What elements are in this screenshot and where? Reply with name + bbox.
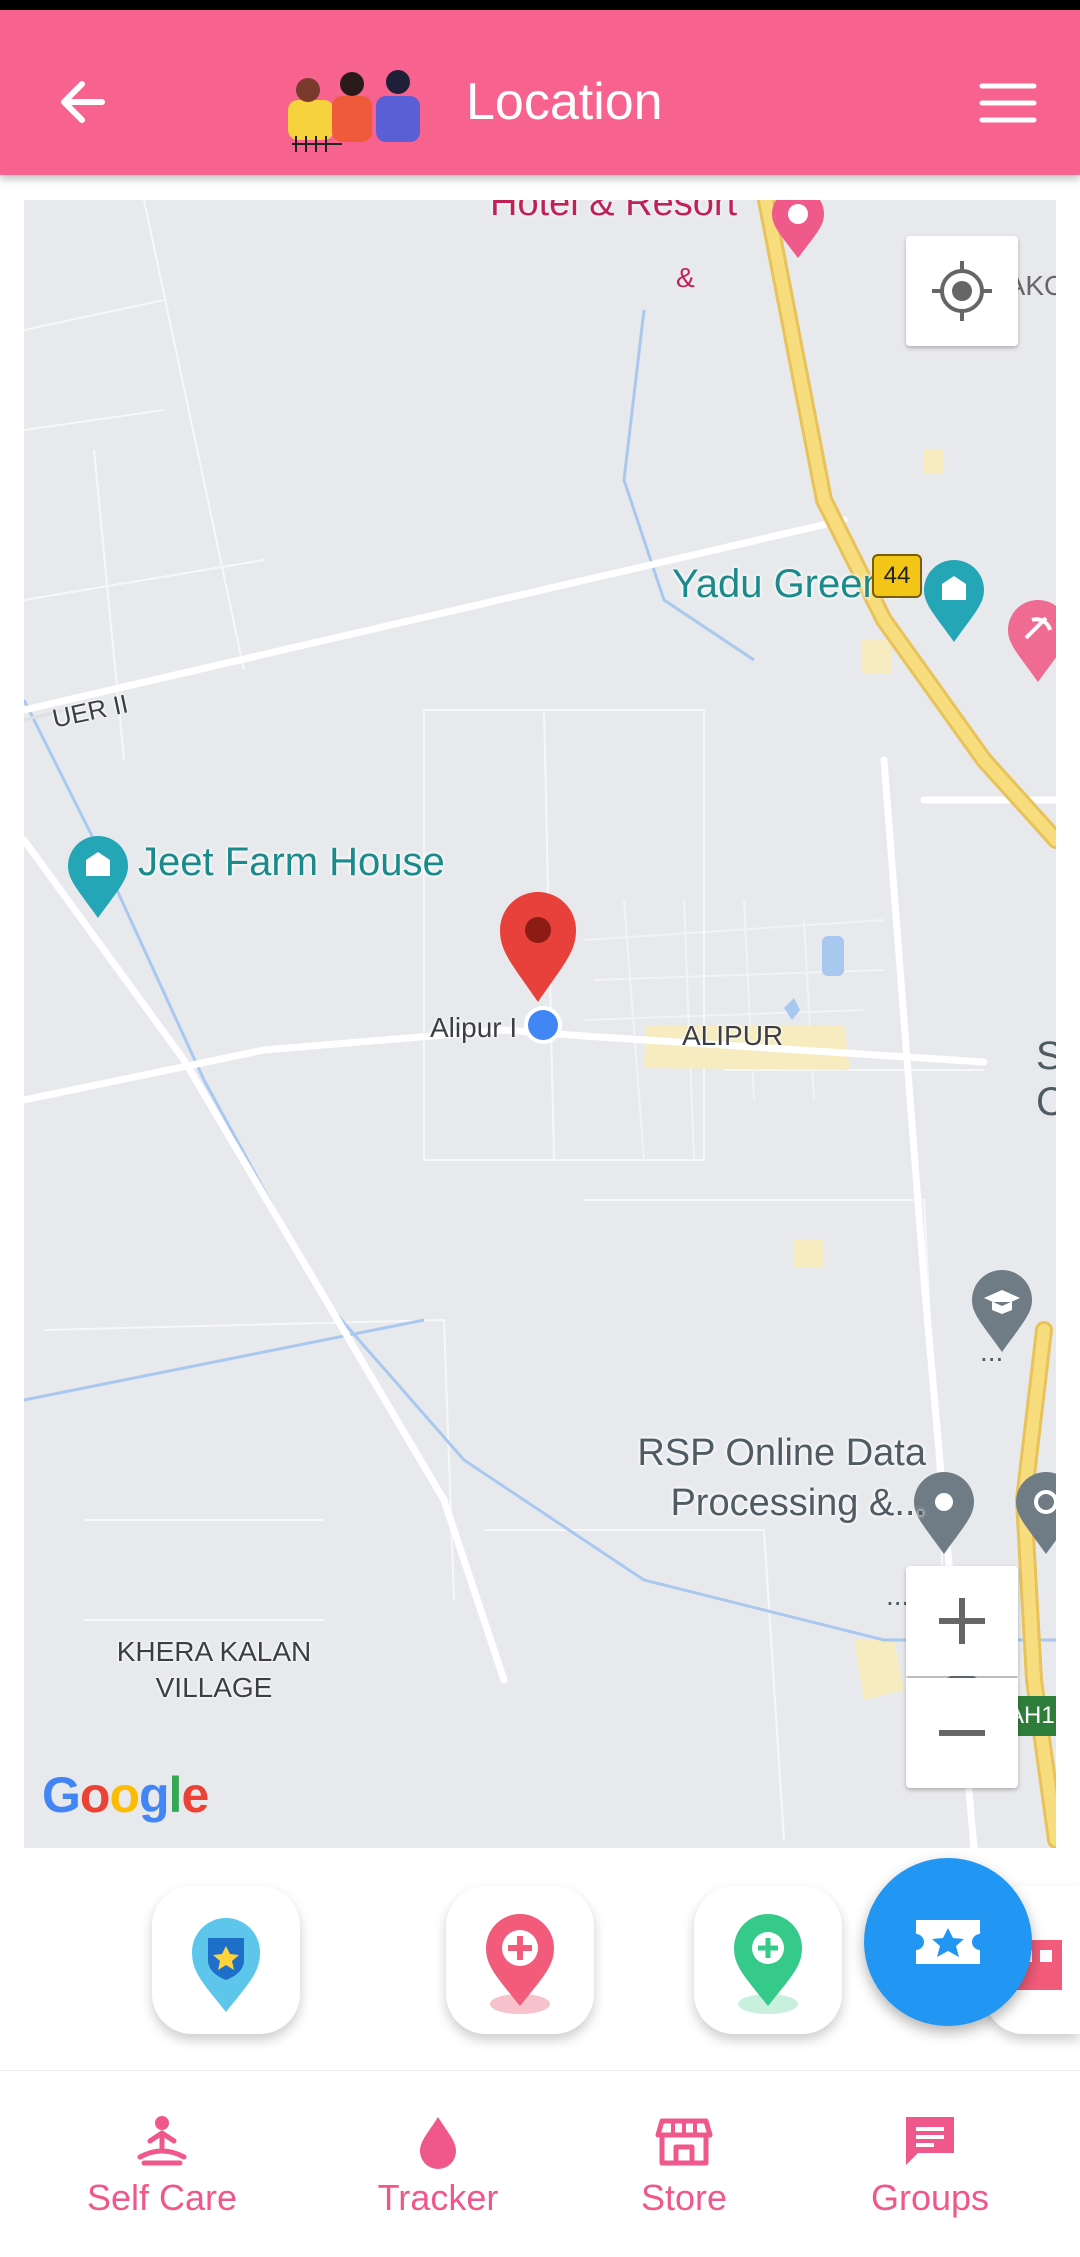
- zoom-out-button[interactable]: [906, 1678, 1018, 1788]
- app-bar: Location: [0, 0, 1080, 175]
- chat-icon: [906, 2117, 954, 2165]
- khera-label-line2: VILLAGE: [155, 1672, 273, 1703]
- pharmacy-button[interactable]: [694, 1886, 842, 2034]
- arrow-left-icon: [61, 81, 105, 123]
- nav-label: Tracker: [377, 2177, 499, 2218]
- pharmacy-pin-icon: [734, 1914, 802, 2014]
- yadu-greens-label: Yadu Greens: [672, 562, 905, 606]
- dots-label: ...: [980, 1336, 1004, 1367]
- c-label: C: [1036, 1080, 1056, 1124]
- selected-location-pin-icon[interactable]: [498, 892, 578, 1004]
- ticket-star-icon: [916, 1920, 980, 1964]
- minus-icon: [939, 1730, 985, 1736]
- nav-tracker[interactable]: Tracker: [318, 2111, 558, 2219]
- zoom-in-button[interactable]: [906, 1566, 1018, 1676]
- s-label: S: [1036, 1034, 1056, 1078]
- back-button[interactable]: [52, 72, 112, 132]
- ticket-fab-button[interactable]: [864, 1858, 1032, 2026]
- alipur-area-label: ALIPUR: [682, 1020, 784, 1051]
- my-location-button[interactable]: [906, 236, 1018, 346]
- rsp-label-line2: Processing &...: [670, 1482, 926, 1524]
- google-attribution: Google: [42, 1767, 209, 1823]
- map-view[interactable]: Hotel & Resort & BAKO Yadu Greens 44 UER…: [24, 200, 1056, 1848]
- plus-icon: [939, 1598, 985, 1644]
- rsp-online-data-label: RSP Online Data Processing &...: [602, 1428, 926, 1528]
- jeet-farm-house-label: Jeet Farm House: [138, 840, 445, 884]
- khera-kalan-village-label: KHERA KALAN VILLAGE: [94, 1634, 334, 1706]
- current-location-dot-icon: [524, 1006, 562, 1044]
- store-icon: [655, 2118, 713, 2166]
- nav-label: Store: [640, 2177, 728, 2218]
- pink-poi-pin-icon[interactable]: [1006, 600, 1056, 684]
- page-title: Location: [466, 73, 663, 131]
- ampersand-label: &: [676, 262, 695, 293]
- teal-poi-pin-icon[interactable]: [66, 836, 130, 920]
- meditation-icon: [137, 2116, 187, 2166]
- drop-icon: [420, 2117, 456, 2169]
- hotel-resort-label: Hotel & Resort: [490, 200, 738, 224]
- nav-label: Groups: [870, 2177, 990, 2218]
- khera-label-line1: KHERA KALAN: [116, 1636, 312, 1667]
- hospital-button[interactable]: [446, 1886, 594, 2034]
- rsp-label-line1: RSP Online Data: [637, 1432, 926, 1474]
- highway-badge: 44: [872, 554, 922, 598]
- hospital-pin-icon: [486, 1914, 554, 2014]
- menu-button[interactable]: [978, 78, 1038, 128]
- hamburger-menu-icon: [979, 83, 1037, 123]
- temple-poi-pin-icon[interactable]: [1016, 1472, 1056, 1556]
- my-location-icon: [932, 261, 992, 321]
- nav-label: Self Care: [86, 2177, 238, 2218]
- police-station-button[interactable]: [152, 1886, 300, 2034]
- police-station-pin-icon: [192, 1918, 260, 2012]
- bottom-navigation: Self Care Tracker Store Groups: [0, 2070, 1080, 2257]
- nav-self-care[interactable]: Self Care: [42, 2111, 282, 2219]
- women-group-logo: [282, 66, 442, 152]
- nav-groups[interactable]: Groups: [810, 2111, 1050, 2219]
- teal-poi-pin-icon[interactable]: [922, 560, 986, 644]
- pink-poi-pin-icon[interactable]: [770, 200, 826, 260]
- alipur-marker-label: Alipur I: [430, 1012, 518, 1043]
- nav-store[interactable]: Store: [564, 2111, 804, 2219]
